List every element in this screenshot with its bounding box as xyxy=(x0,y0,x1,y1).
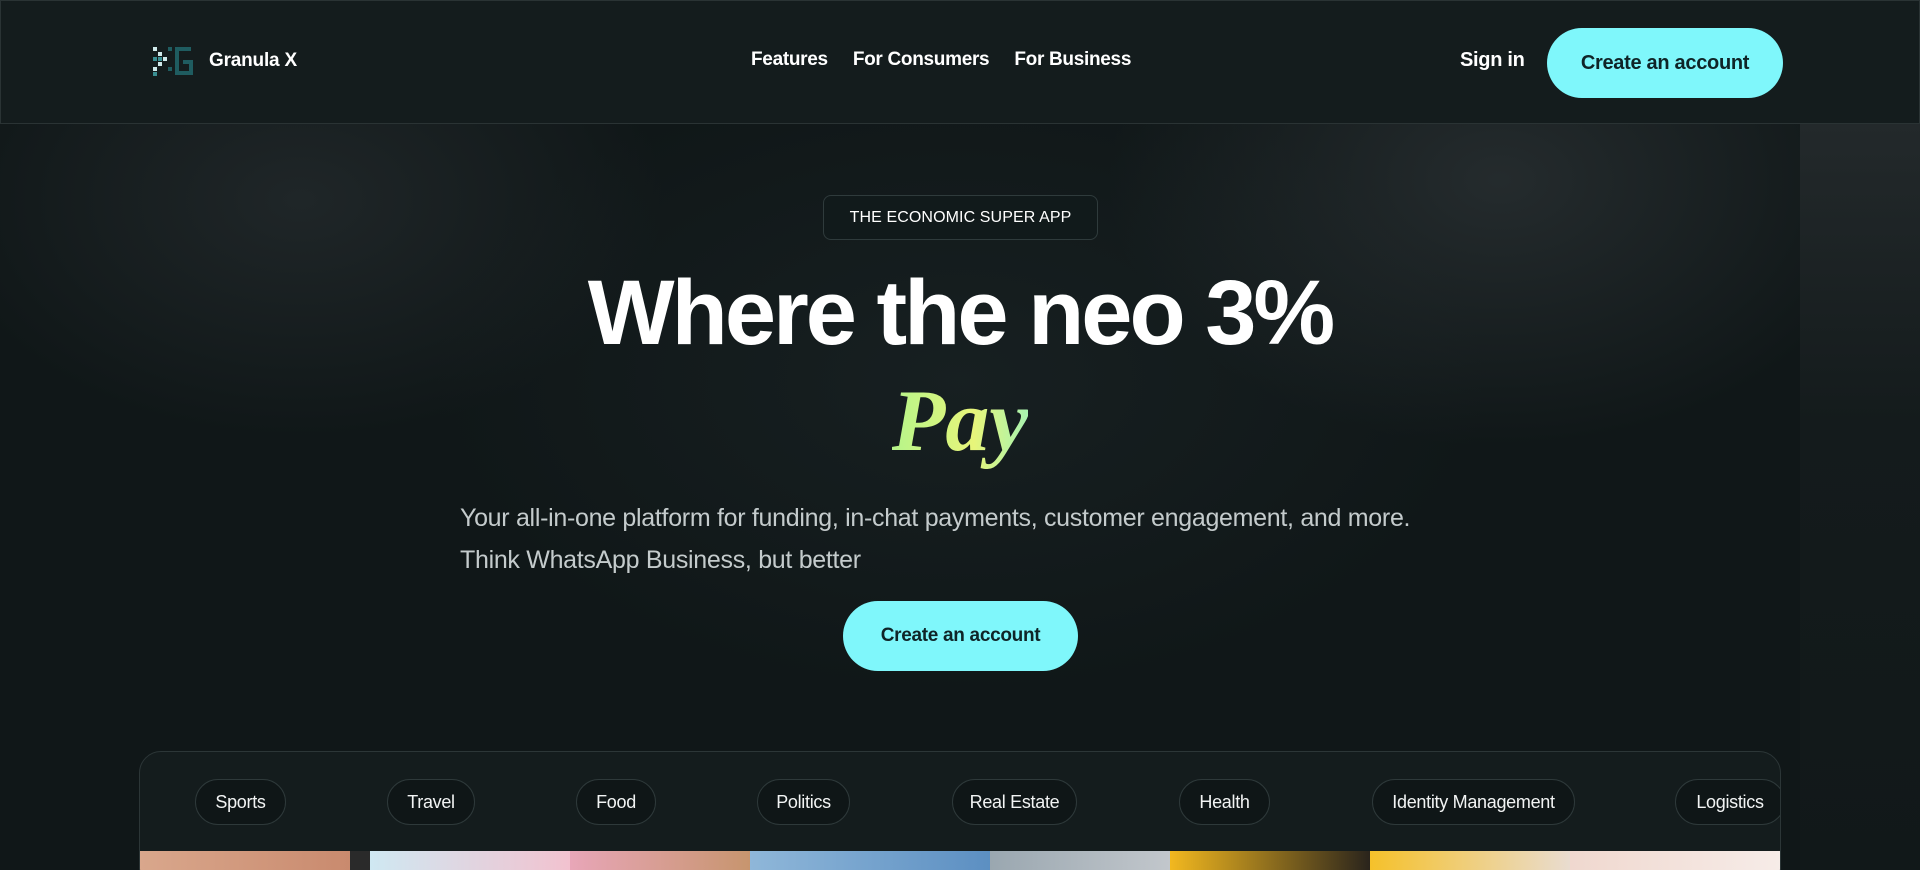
category-photo-strip xyxy=(140,851,1780,870)
brand-name: Granula X xyxy=(209,50,297,71)
nav-for-business[interactable]: For Business xyxy=(1014,49,1131,71)
category-photo xyxy=(1370,851,1570,870)
category-chip-health[interactable]: Health xyxy=(1179,779,1270,825)
subtitle-line-1: Your all-in-one platform for funding, in… xyxy=(460,504,1411,532)
main-nav: Features For Consumers For Business xyxy=(751,49,1131,71)
site-header: Granula X Features For Consumers For Bus… xyxy=(0,0,1920,124)
category-photo xyxy=(990,851,1170,870)
category-chip-travel[interactable]: Travel xyxy=(387,779,475,825)
category-chip-politics[interactable]: Politics xyxy=(757,779,850,825)
category-photo xyxy=(570,851,750,870)
category-photo xyxy=(140,851,350,870)
nav-for-consumers[interactable]: For Consumers xyxy=(853,49,990,71)
header-create-account-button[interactable]: Create an account xyxy=(1547,28,1783,98)
hero-accent-word: Pay xyxy=(0,372,1920,472)
category-chip-logistics[interactable]: Logistics xyxy=(1675,779,1780,825)
category-photo xyxy=(370,851,570,870)
subtitle-line-2: Think WhatsApp Business, but better xyxy=(460,546,861,574)
background-strip xyxy=(1800,124,1920,870)
hero-headline: Where the neo 3% xyxy=(587,262,1335,364)
nav-features[interactable]: Features xyxy=(751,49,828,71)
category-chip-real-estate[interactable]: Real Estate xyxy=(952,779,1077,825)
hero-subtitle: Your all-in-one platform for funding, in… xyxy=(460,497,1460,581)
category-photo xyxy=(1170,851,1370,870)
granula-x-logo-icon xyxy=(153,47,193,76)
category-photo xyxy=(750,851,990,870)
category-panel: Sports Travel Food Politics Real Estate … xyxy=(139,751,1781,870)
category-photo xyxy=(350,851,370,870)
brand-logo[interactable]: Granula X xyxy=(153,45,297,77)
sign-in-link[interactable]: Sign in xyxy=(1460,49,1525,72)
hero-create-account-button[interactable]: Create an account xyxy=(843,601,1078,671)
category-chip-identity-management[interactable]: Identity Management xyxy=(1372,779,1575,825)
category-photo xyxy=(1570,851,1780,870)
category-chip-sports[interactable]: Sports xyxy=(195,779,286,825)
accent-word-text: Pay xyxy=(891,373,1029,470)
eyebrow-badge: THE ECONOMIC SUPER APP xyxy=(823,195,1098,240)
category-chip-food[interactable]: Food xyxy=(576,779,656,825)
